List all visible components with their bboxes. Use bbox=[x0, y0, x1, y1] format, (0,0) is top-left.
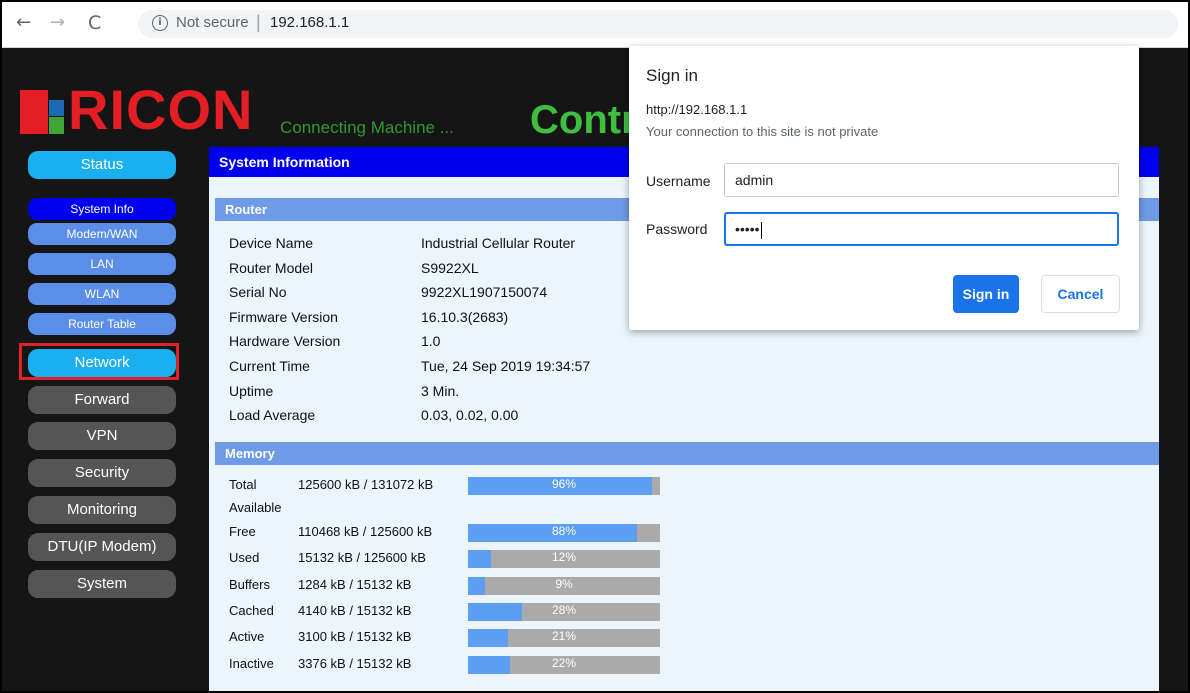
router-info-value: 1.0 bbox=[421, 333, 441, 350]
router-info-value: S9922XL bbox=[421, 259, 479, 276]
router-info-label: Hardware Version bbox=[229, 333, 341, 350]
router-info-value: 0.03, 0.02, 0.00 bbox=[421, 407, 519, 424]
nav-forward[interactable]: Forward bbox=[28, 386, 176, 414]
memory-label: Used bbox=[229, 550, 260, 565]
memory-label: Free bbox=[229, 524, 256, 539]
memory-value: 3100 kB / 15132 kB bbox=[298, 629, 412, 644]
memory-percent-label: 12% bbox=[551, 550, 577, 564]
nav-wlan[interactable]: WLAN bbox=[28, 283, 176, 305]
memory-progress-bar: 12% bbox=[468, 550, 660, 568]
address-separator: | bbox=[256, 12, 261, 32]
memory-value: 125600 kB / 131072 kB bbox=[298, 477, 434, 492]
password-label: Password bbox=[646, 221, 708, 237]
nav-lan[interactable]: LAN bbox=[28, 253, 176, 275]
network-highlight-box bbox=[19, 343, 179, 380]
password-value: ••••• bbox=[735, 221, 760, 237]
router-info-label: Uptime bbox=[229, 382, 274, 399]
sign-in-button[interactable]: Sign in bbox=[953, 275, 1019, 313]
security-status: Not secure bbox=[176, 14, 249, 31]
router-info-label: Device Name bbox=[229, 235, 314, 251]
username-field[interactable]: admin bbox=[724, 163, 1119, 197]
page-heading: Contr bbox=[530, 98, 637, 142]
memory-progress-bar: 88% bbox=[468, 524, 660, 542]
router-info-label: Firmware Version bbox=[229, 308, 338, 325]
nav-monitoring[interactable]: Monitoring bbox=[28, 496, 176, 524]
memory-progress-bar: 22% bbox=[468, 656, 660, 674]
cancel-button[interactable]: Cancel bbox=[1041, 275, 1120, 313]
username-label: Username bbox=[646, 173, 711, 189]
nav-modem-wan[interactable]: Modem/WAN bbox=[28, 223, 176, 245]
router-info-label: Router Model bbox=[229, 259, 314, 276]
memory-percent-label: 9% bbox=[555, 577, 573, 591]
memory-label: Available bbox=[229, 500, 282, 515]
memory-label: Inactive bbox=[229, 656, 274, 671]
memory-percent-label: 96% bbox=[551, 477, 577, 491]
browser-window: ← → C i Not secure | 192.168.1.1 RICON C… bbox=[0, 0, 1190, 693]
memory-value: 1284 kB / 15132 kB bbox=[298, 577, 412, 592]
router-info-value: Tue, 24 Sep 2019 19:34:57 bbox=[421, 358, 591, 374]
nav-system[interactable]: System bbox=[28, 570, 176, 598]
memory-progress-bar: 21% bbox=[468, 629, 660, 647]
memory-percent-label: 21% bbox=[551, 629, 577, 643]
router-info-label: Current Time bbox=[229, 358, 310, 374]
router-info-value: 3 Min. bbox=[421, 382, 460, 399]
dialog-url: http://192.168.1.1 bbox=[646, 102, 748, 117]
memory-label: Buffers bbox=[229, 577, 270, 592]
memory-value: 4140 kB / 15132 kB bbox=[298, 603, 412, 618]
router-info-label: Load Average bbox=[229, 407, 316, 424]
memory-value: 3376 kB / 15132 kB bbox=[298, 656, 412, 671]
memory-value: 15132 kB / 125600 kB bbox=[298, 550, 426, 565]
browser-toolbar: ← → C i Not secure | 192.168.1.1 bbox=[2, 2, 1188, 48]
router-info-value: 16.10.3(2683) bbox=[421, 308, 509, 325]
ricon-logo-icon bbox=[20, 90, 64, 134]
nav-dtu[interactable]: DTU(IP Modem) bbox=[28, 533, 176, 561]
nav-vpn[interactable]: VPN bbox=[28, 422, 176, 450]
memory-percent-label: 88% bbox=[551, 524, 577, 538]
memory-value: 110468 kB / 125600 kB bbox=[298, 524, 433, 539]
dialog-title: Sign in bbox=[646, 66, 698, 85]
memory-progress-bar: 28% bbox=[468, 603, 660, 621]
router-info-value: Industrial Cellular Router bbox=[421, 235, 576, 251]
memory-label: Cached bbox=[229, 603, 274, 618]
memory-progress-bar: 96% bbox=[468, 477, 660, 495]
nav-router-table[interactable]: Router Table bbox=[28, 313, 176, 335]
router-info-label: Serial No bbox=[229, 284, 287, 301]
logo-text: RICON bbox=[68, 78, 254, 141]
memory-progress-bar: 9% bbox=[468, 577, 660, 595]
memory-label: Active bbox=[229, 629, 265, 644]
router-info-value: 9922XL1907150074 bbox=[421, 284, 548, 301]
memory-section-heading: Memory bbox=[215, 442, 1159, 465]
dialog-privacy-note: Your connection to this site is not priv… bbox=[646, 124, 879, 139]
tagline: Connecting Machine ... bbox=[280, 118, 454, 137]
memory-percent-label: 22% bbox=[551, 656, 577, 670]
memory-label: Total bbox=[229, 477, 257, 492]
nav-security[interactable]: Security bbox=[28, 459, 176, 487]
address-bar[interactable]: i Not secure | 192.168.1.1 bbox=[138, 10, 1178, 38]
nav-status[interactable]: Status bbox=[28, 151, 176, 179]
text-caret bbox=[760, 221, 762, 239]
reload-icon[interactable]: C bbox=[88, 12, 101, 34]
sign-in-dialog: Sign in http://192.168.1.1 Your connecti… bbox=[629, 46, 1139, 330]
nav-system-info[interactable]: System Info bbox=[28, 198, 176, 220]
address-url[interactable]: 192.168.1.1 bbox=[270, 14, 349, 31]
forward-icon[interactable]: → bbox=[50, 12, 65, 34]
memory-percent-label: 28% bbox=[551, 603, 577, 617]
info-icon[interactable]: i bbox=[152, 15, 168, 31]
password-field[interactable]: ••••• bbox=[724, 212, 1119, 246]
back-icon[interactable]: ← bbox=[16, 12, 31, 34]
